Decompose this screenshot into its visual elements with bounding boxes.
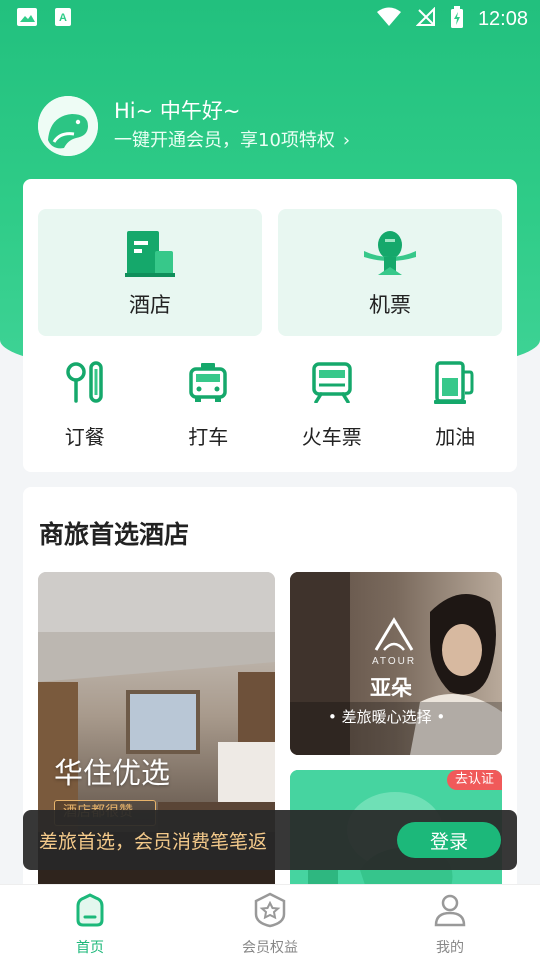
train-label: 火车票 [301,425,362,449]
train-item[interactable]: 火车票 [270,359,394,450]
dining-item[interactable]: 订餐 [23,359,147,450]
wifi-icon [376,7,402,31]
tab-home-label: 首页 [76,940,104,956]
membership-link-text: 一键开通会员，享10项特权 [114,130,335,151]
battery-charging-icon [450,6,464,32]
chevron-right-icon: › [342,130,351,151]
member-greeting[interactable]: Hi~ 中午好~ 一键开通会员，享10项特权 › [38,96,350,156]
avatar[interactable] [38,96,98,156]
section-title: 商旅首选酒店 [39,520,190,549]
hotel-label: 酒店 [129,293,171,317]
hotel-name: 华住优选 [54,756,171,790]
fuel-item[interactable]: 加油 [394,359,518,450]
login-prompt-toast: 差旅首选，会员消费笔笔返 登录 [23,810,517,870]
status-bar: A 12:08 [0,0,540,38]
bottom-navigation: 首页 会员权益 我的 [0,884,540,960]
services-card: 酒店 机票 订餐 打车 火车票 加油 [23,179,517,472]
fuel-label: 加油 [435,425,476,449]
toast-message: 差旅首选，会员消费笔笔返 [39,830,268,853]
image-icon [16,7,38,31]
flight-tile[interactable]: 机票 [278,209,502,336]
dining-icon [65,359,105,405]
hotel-card-atour[interactable]: ATOUR 亚朵 • 差旅暖心选择 • [290,572,502,755]
tab-member-benefits[interactable]: 会员权益 [180,885,360,960]
atour-slogan: • 差旅暖心选择 • [328,708,446,726]
svg-text:A: A [59,12,67,24]
taxi-item[interactable]: 打车 [147,359,271,450]
hotel-tile[interactable]: 酒店 [38,209,262,336]
atour-brand-en: ATOUR [372,656,417,667]
no-signal-icon [415,6,436,31]
taxi-label: 打车 [188,425,229,449]
tab-profile[interactable]: 我的 [360,885,540,960]
status-time: 12:08 [477,7,528,30]
car-icon [187,359,229,405]
verify-badge[interactable]: 去认证 [446,770,502,790]
airplane-icon [362,227,418,277]
home-icon [72,891,108,929]
tab-profile-label: 我的 [436,940,464,956]
greeting-title: Hi~ 中午好~ [114,99,241,123]
member-badge-icon [252,891,288,929]
login-button[interactable]: 登录 [397,822,501,858]
fuel-icon [434,359,476,405]
tab-home[interactable]: 首页 [0,885,180,960]
tab-member-label: 会员权益 [242,940,298,956]
profile-icon [432,891,468,929]
mascot-icon [38,96,98,156]
hotel-building-icon [125,227,175,277]
dining-label: 订餐 [64,425,105,449]
train-icon [311,359,353,405]
app-store-icon: A [54,7,72,31]
flight-label: 机票 [369,293,411,317]
atour-logo-icon [372,616,416,658]
atour-name: 亚朵 [370,676,412,700]
membership-link[interactable]: 一键开通会员，享10项特权 › [114,127,350,155]
